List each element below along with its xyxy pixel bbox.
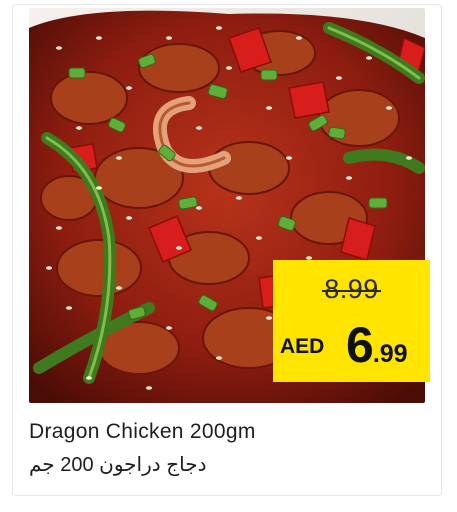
old-price-value: 8.99: [322, 274, 381, 304]
new-price: 6.99: [346, 316, 408, 374]
new-price-integer: 6: [346, 317, 374, 373]
new-price-decimal: .99: [372, 340, 408, 368]
product-name-english: Dragon Chicken 200gm: [29, 420, 256, 443]
old-price: 8.99: [273, 274, 430, 305]
currency-label: AED: [280, 335, 325, 358]
product-name-arabic: دجاج دراجون 200 جم: [29, 454, 207, 476]
price-tag: 8.99 AED 6.99: [273, 260, 430, 382]
product-card[interactable]: 8.99 AED 6.99 Dragon Chicken 200gm دجاج …: [0, 0, 457, 512]
